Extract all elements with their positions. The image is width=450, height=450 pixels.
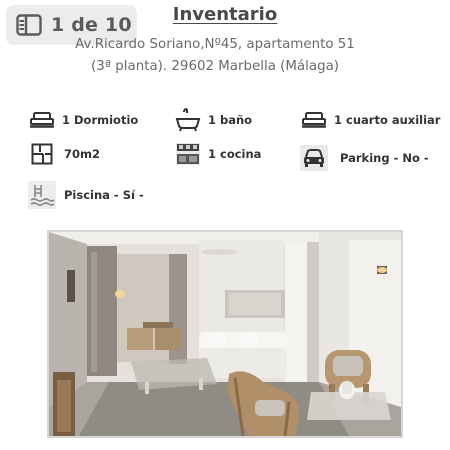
feature-kitchen: 1 cocina (174, 140, 261, 168)
feature-label: 1 baño (208, 113, 253, 127)
feature-pool: Piscina - Sí - (28, 181, 144, 209)
feature-label: 70m2 (64, 147, 100, 161)
feature-label: 1 cuarto auxiliar (334, 113, 441, 127)
kitchen-icon (174, 140, 202, 168)
feature-label: Parking - No - (340, 151, 429, 165)
pool-icon (28, 181, 56, 209)
feature-label: Piscina - Sí - (64, 188, 144, 202)
address-line-2: (3ª planta). 29602 Marbella (Málaga) (90, 59, 339, 74)
floor-plan-icon (28, 140, 56, 168)
feature-bedroom: 1 Dormiotio (28, 106, 138, 134)
living-room-photo[interactable] (47, 230, 403, 438)
bathtub-icon (174, 106, 202, 134)
feature-area: 70m2 (28, 140, 100, 168)
feature-bathroom: 1 baño (174, 106, 252, 134)
feature-label: 1 cocina (208, 147, 262, 161)
page-title: Inventario (172, 4, 278, 25)
address: Av.Ricardo Soriano,Nº45, apartamento 51 … (70, 34, 360, 78)
bed-icon (300, 106, 328, 134)
address-line-1: Av.Ricardo Soriano,Nº45, apartamento 51 (75, 37, 355, 52)
car-icon (300, 144, 328, 172)
feature-parking: Parking - No - (300, 144, 429, 172)
feature-auxiliary-room: 1 cuarto auxiliar (300, 106, 440, 134)
bed-icon (28, 106, 56, 134)
feature-label: 1 Dormiotio (62, 113, 139, 127)
